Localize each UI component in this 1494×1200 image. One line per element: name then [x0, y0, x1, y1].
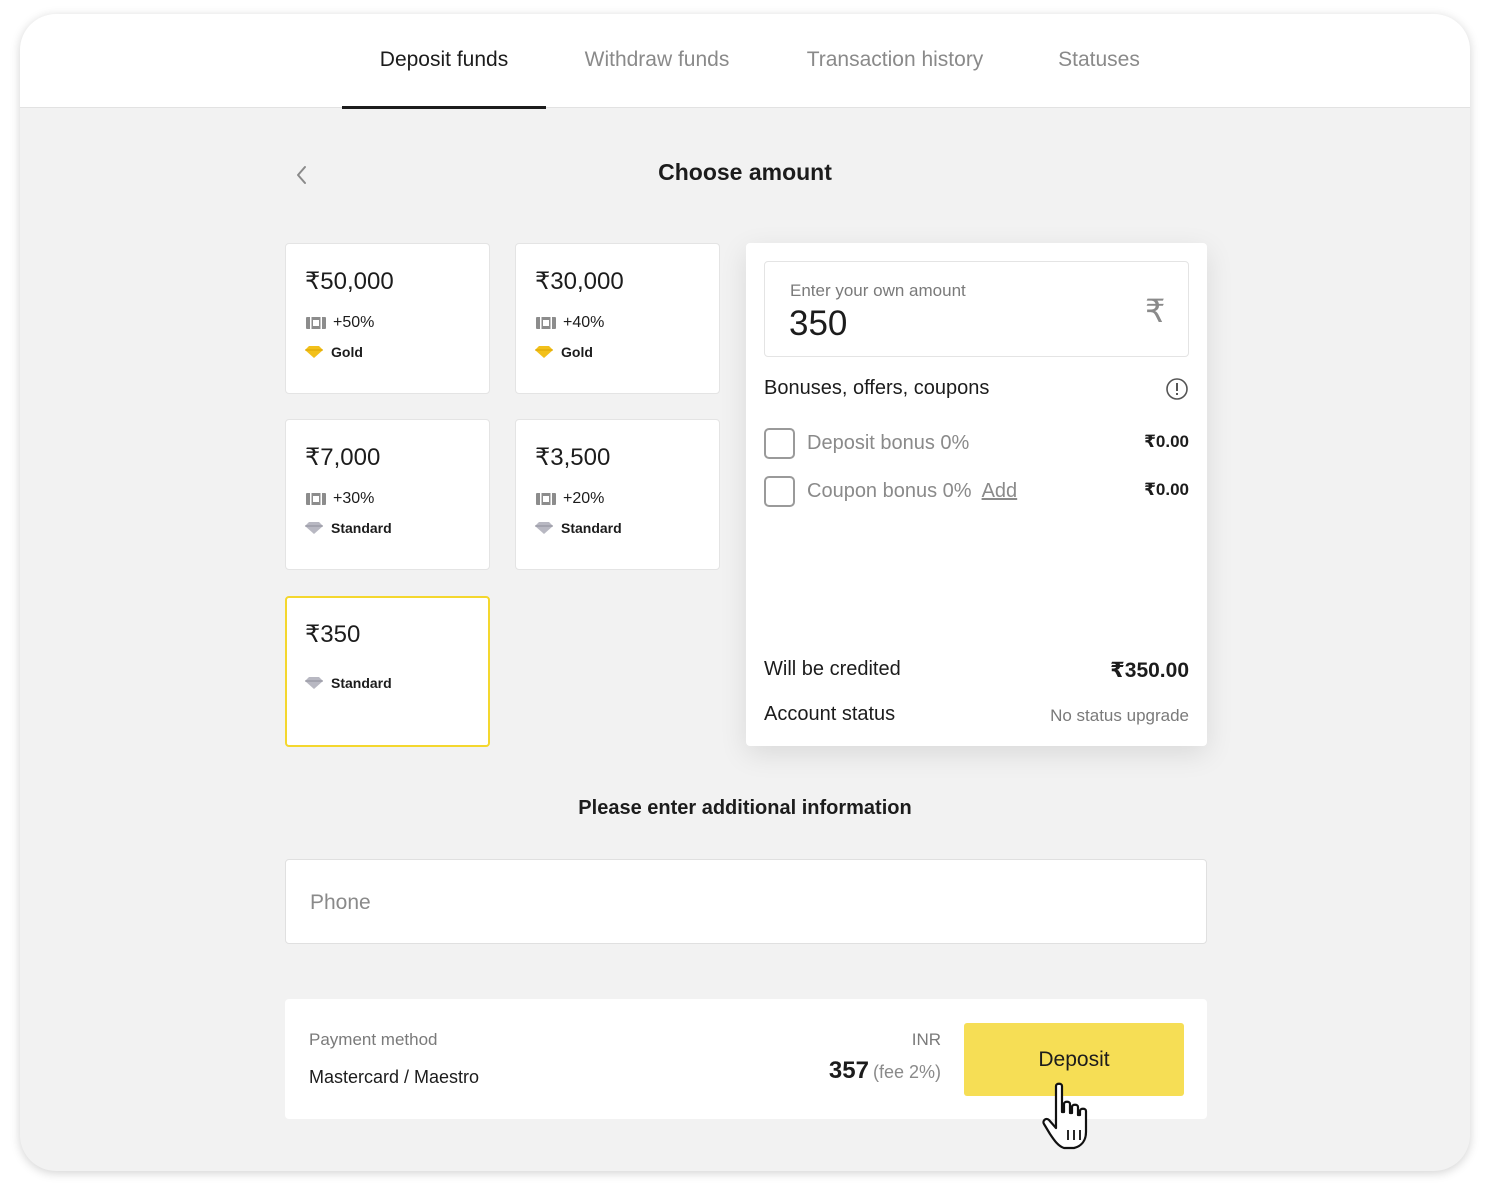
coupon-bonus-text: Coupon bonus 0% Add [807, 480, 1017, 503]
option-status: Standard [305, 675, 392, 691]
gold-diamond-icon [305, 346, 323, 358]
account-status-label: Account status [764, 703, 896, 725]
amount-option-3500[interactable]: ₹3,500 +20% Standard [515, 419, 720, 570]
amount-option-50000[interactable]: ₹50,000 +50% Gold [285, 243, 490, 394]
app-window: Deposit funds Withdraw funds Transaction… [20, 14, 1470, 1171]
gold-diamond-icon [535, 346, 553, 358]
custom-amount-label: Enter your own amount [790, 281, 966, 300]
deposit-bonus-value: ₹0.00 [1144, 432, 1189, 451]
amount-option-350[interactable]: ₹350 Standard [285, 596, 490, 747]
add-coupon-link[interactable]: Add [982, 480, 1018, 502]
payment-method-value: Mastercard / Maestro [309, 1067, 480, 1087]
option-amount: ₹3,500 [535, 444, 611, 471]
option-status-text: Gold [561, 344, 593, 360]
coupon-bonus-value: ₹0.00 [1144, 480, 1189, 499]
phone-field[interactable] [285, 859, 1207, 944]
option-amount: ₹350 [305, 621, 361, 648]
option-status-text: Standard [561, 520, 622, 536]
account-status-value: No status upgrade [1050, 706, 1189, 725]
total-amount: 357 (fee 2%) [829, 1057, 941, 1085]
phone-input[interactable] [310, 886, 1170, 920]
option-status: Gold [305, 344, 363, 360]
option-status-text: Standard [331, 675, 392, 691]
standard-diamond-icon [535, 522, 553, 534]
tab-deposit-funds[interactable]: Deposit funds [342, 14, 546, 109]
option-amount: ₹30,000 [535, 268, 624, 295]
tab-withdraw-funds[interactable]: Withdraw funds [566, 14, 748, 108]
credited-row: Will be credited ₹350.00 [764, 658, 1189, 682]
credited-value: ₹350.00 [1110, 659, 1189, 682]
option-bonus: +20% [535, 490, 604, 508]
hand-pointer-icon [1042, 1082, 1088, 1150]
coupon-bonus-row: Coupon bonus 0% Add ₹0.00 [764, 476, 1189, 508]
option-amount: ₹7,000 [305, 444, 381, 471]
option-status: Standard [305, 520, 392, 536]
custom-amount-field[interactable]: Enter your own amount ₹ [764, 261, 1189, 357]
tab-transaction-history[interactable]: Transaction history [788, 14, 1002, 108]
ticket-icon [306, 493, 326, 505]
standard-diamond-icon [305, 677, 323, 689]
deposit-bonus-checkbox[interactable] [764, 428, 795, 459]
option-status-text: Gold [331, 344, 363, 360]
tab-statuses[interactable]: Statuses [1042, 14, 1156, 108]
option-bonus: +30% [305, 490, 374, 508]
coupon-bonus-label: Coupon bonus 0% [807, 480, 972, 502]
option-bonus-text: +20% [563, 490, 605, 507]
deposit-bonus-row: Deposit bonus 0% ₹0.00 [764, 428, 1189, 460]
option-bonus-text: +50% [333, 314, 375, 331]
bonuses-heading: Bonuses, offers, coupons [764, 377, 990, 399]
rupee-icon: ₹ [1145, 293, 1166, 329]
credited-label: Will be credited [764, 658, 901, 680]
tab-bar: Deposit funds Withdraw funds Transaction… [20, 14, 1470, 109]
ticket-icon [306, 317, 326, 329]
option-status: Gold [535, 344, 593, 360]
ticket-icon [536, 317, 556, 329]
option-amount: ₹50,000 [305, 268, 394, 295]
fee-text: (fee 2%) [872, 1062, 941, 1082]
additional-info-heading: Please enter additional information [578, 797, 912, 819]
option-bonus-text: +40% [563, 314, 605, 331]
option-status-text: Standard [331, 520, 392, 536]
deposit-bonus-label: Deposit bonus 0% [807, 432, 970, 454]
amount-option-30000[interactable]: ₹30,000 +40% Gold [515, 243, 720, 394]
coupon-bonus-checkbox[interactable] [764, 476, 795, 507]
option-bonus: +40% [535, 314, 604, 332]
page-title: Choose amount [658, 159, 832, 185]
standard-diamond-icon [305, 522, 323, 534]
account-status-row: Account status No status upgrade [764, 703, 1189, 726]
option-bonus: +50% [305, 314, 374, 332]
info-icon[interactable] [1165, 377, 1189, 401]
amount-option-7000[interactable]: ₹7,000 +30% Standard [285, 419, 490, 570]
ticket-icon [536, 493, 556, 505]
option-status: Standard [535, 520, 622, 536]
total-value: 357 [828, 1057, 869, 1084]
amount-summary-panel: Enter your own amount ₹ Bonuses, offers,… [746, 243, 1207, 746]
custom-amount-input[interactable] [789, 304, 1119, 344]
currency-code: INR [911, 1030, 941, 1049]
option-bonus-text: +30% [333, 490, 375, 507]
payment-method-label: Payment method [309, 1030, 438, 1049]
